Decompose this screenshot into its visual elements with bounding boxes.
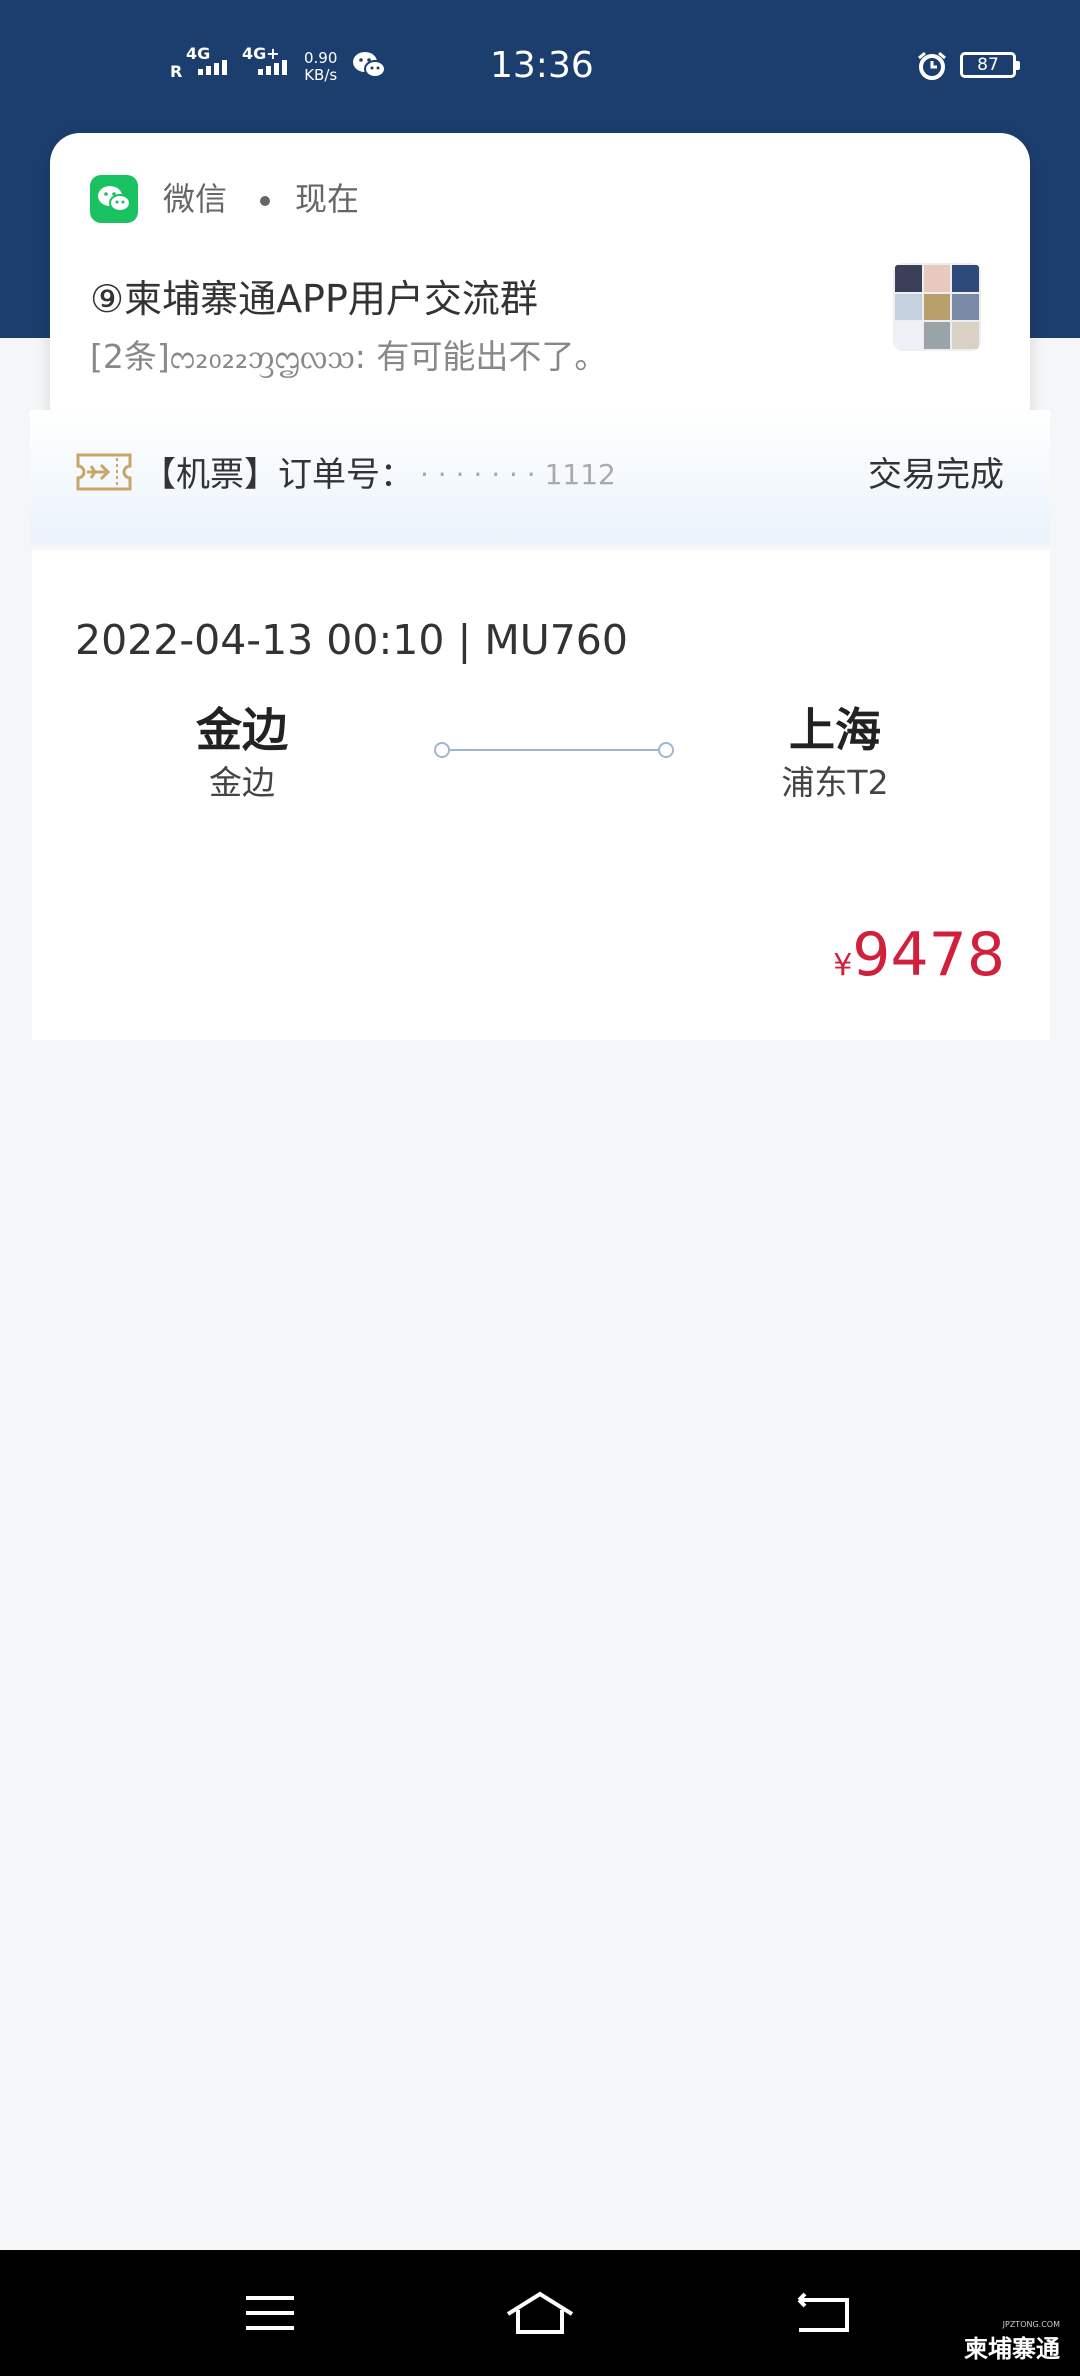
arrival-city: 上海: [789, 703, 881, 757]
notification-time: 现在: [295, 180, 360, 218]
order-status: 交易完成: [868, 455, 1004, 495]
notification-app-name: 微信: [163, 180, 228, 218]
order-number: · · · · · · · 1112: [420, 458, 616, 491]
battery-icon: 87: [960, 52, 1020, 78]
watermark-logo: JPZTONG.COM 柬埔寨通: [964, 2320, 1060, 2364]
order-header[interactable]: 【机票】订单号： · · · · · · · 1112 交易完成: [30, 410, 1050, 545]
flight-card[interactable]: 2022-04-13 00:10 | MU760 金边 金边 上海 浦东T2 ¥…: [32, 550, 1050, 1040]
menu-icon[interactable]: [230, 2280, 310, 2346]
departure-city: 金边: [196, 703, 288, 757]
alarm-icon: [918, 51, 946, 80]
notification-title: ⑨柬埔寨通APP用户交流群: [90, 277, 538, 321]
back-icon[interactable]: [783, 2280, 863, 2346]
order-label: 【机票】订单号：: [142, 455, 414, 495]
signal-bars-1-icon: [198, 60, 227, 75]
signal-1-roaming: R: [170, 62, 183, 81]
group-avatar: [893, 263, 981, 351]
price-amount: 9478: [852, 920, 1005, 990]
departure-airport: 金边: [209, 763, 275, 802]
watermark-url: JPZTONG.COM: [1002, 2320, 1060, 2329]
flight-datetime-number: 2022-04-13 00:10 | MU760: [75, 616, 628, 664]
notification-message: [2条]ᦂ₂₀₂₂ᦀᦗᦟᦉ: 有可能出不了。: [90, 337, 608, 376]
wechat-status-icon: [353, 52, 386, 78]
wechat-icon: [90, 175, 138, 223]
wechat-notification[interactable]: 微信 现在 ⑨柬埔寨通APP用户交流群 [2条]ᦂ₂₀₂₂ᦀᦗᦟᦉ: 有可能出不…: [50, 133, 1030, 433]
watermark-text: 柬埔寨通: [964, 2335, 1060, 2363]
status-bar: 4G R 4G+ 0.90 KB/s 13:36 87: [0, 0, 1080, 132]
network-speed: 0.90 KB/s: [304, 50, 337, 84]
separator-dot: [260, 196, 270, 206]
arrival-airport: 浦东T2: [781, 763, 889, 802]
price: ¥9478: [833, 920, 1005, 1005]
network-speed-unit: KB/s: [304, 66, 338, 84]
home-icon[interactable]: [500, 2280, 580, 2346]
plane-ticket-icon: [76, 453, 132, 491]
system-nav-bar: JPZTONG.COM 柬埔寨通: [0, 2250, 1080, 2376]
clock: 13:36: [490, 45, 594, 86]
price-currency: ¥: [833, 948, 853, 983]
route-line: [434, 742, 674, 758]
network-speed-value: 0.90: [304, 49, 338, 67]
signal-bars-2-icon: [258, 60, 287, 75]
